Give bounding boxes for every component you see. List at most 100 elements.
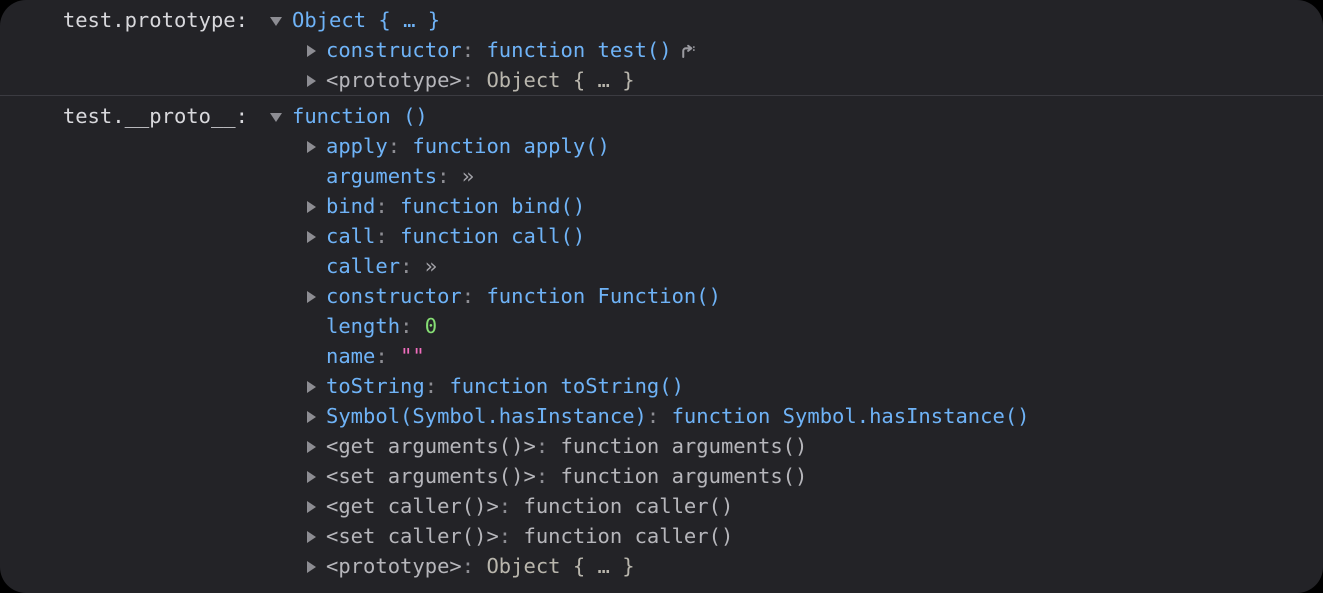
- node-content: <set caller()>: function caller(): [326, 521, 733, 551]
- node-content: <prototype>: Object { … }: [326, 551, 635, 581]
- property-name: toString: [326, 374, 425, 398]
- twisty-expanded-icon[interactable]: [266, 5, 292, 35]
- property-name: name: [326, 344, 376, 368]
- property-colon: :: [498, 494, 524, 518]
- twisty-collapsed-icon[interactable]: [300, 191, 326, 221]
- property-name: bind: [326, 194, 376, 218]
- property-name: length: [326, 314, 401, 338]
- node-content: <get caller()>: function caller(): [326, 491, 733, 521]
- property-colon: :: [424, 374, 450, 398]
- property-value: Object { … }: [486, 68, 635, 92]
- twisty-empty: [300, 161, 326, 191]
- console-message: test.__proto__: function () apply: functio…: [0, 95, 1323, 581]
- property-value: function bind(): [400, 194, 586, 218]
- twisty-collapsed-icon[interactable]: [300, 281, 326, 311]
- property-name: <set arguments()>: [326, 464, 536, 488]
- tree-node[interactable]: <prototype>: Object { … }: [300, 551, 1323, 581]
- property-value: function toString(): [449, 374, 684, 398]
- object-label: test.__proto__:: [62, 104, 248, 128]
- tree-node[interactable]: Symbol(Symbol.hasInstance): function Sym…: [300, 401, 1323, 431]
- property-name: constructor: [326, 38, 462, 62]
- twisty-collapsed-icon[interactable]: [300, 491, 326, 521]
- node-content: name: "": [326, 341, 425, 371]
- tree-children: apply: function apply() arguments: » bind:…: [266, 131, 1323, 581]
- property-name: <set caller()>: [326, 524, 499, 548]
- tree-node[interactable]: toString: function toString(): [300, 371, 1323, 401]
- node-content: length: 0: [326, 311, 437, 341]
- twisty-collapsed-icon[interactable]: [300, 131, 326, 161]
- tree-node[interactable]: call: function call(): [300, 221, 1323, 251]
- property-value: function caller(): [523, 494, 734, 518]
- property-colon: :: [387, 134, 413, 158]
- twisty-empty: [300, 311, 326, 341]
- property-colon: :: [375, 224, 401, 248]
- property-value: 0: [424, 314, 438, 338]
- property-colon: :: [498, 524, 524, 548]
- node-content: constructor: function test(): [326, 35, 696, 65]
- node-content: Object { … }: [292, 5, 440, 35]
- console-message-body: test.prototype: Object { … } constructor: …: [0, 0, 1323, 95]
- tree-node[interactable]: apply: function apply(): [300, 131, 1323, 161]
- node-content: apply: function apply(): [326, 131, 610, 161]
- node-content: <get arguments()>: function arguments(): [326, 431, 807, 461]
- property-colon: :: [461, 38, 487, 62]
- property-name: apply: [326, 134, 388, 158]
- twisty-collapsed-icon[interactable]: [300, 221, 326, 251]
- twisty-collapsed-icon[interactable]: [300, 371, 326, 401]
- console-output-panel: test.prototype: Object { … } constructor: …: [0, 0, 1323, 593]
- tree-node[interactable]: <get caller()>: function caller(): [300, 491, 1323, 521]
- twisty-collapsed-icon[interactable]: [300, 461, 326, 491]
- twisty-expanded-icon[interactable]: [266, 101, 292, 131]
- tree-node[interactable]: name: "": [300, 341, 1323, 371]
- property-value: "": [400, 344, 425, 368]
- tree-node-root[interactable]: Object { … }: [266, 5, 1323, 35]
- twisty-collapsed-icon[interactable]: [300, 35, 326, 65]
- tree-node-root[interactable]: function (): [266, 101, 1323, 131]
- jump-to-definition-icon[interactable]: [679, 43, 696, 60]
- property-name: Symbol(Symbol.hasInstance): [326, 404, 647, 428]
- property-colon: :: [400, 254, 425, 278]
- tree-node[interactable]: bind: function bind(): [300, 191, 1323, 221]
- twisty-empty: [300, 341, 326, 371]
- property-value: function arguments(): [560, 464, 808, 488]
- tree-node[interactable]: <set arguments()>: function arguments(): [300, 461, 1323, 491]
- node-content: caller: »: [326, 251, 437, 281]
- tree-node[interactable]: length: 0: [300, 311, 1323, 341]
- twisty-collapsed-icon[interactable]: [300, 521, 326, 551]
- property-colon: :: [375, 194, 401, 218]
- tree-node[interactable]: caller: »: [300, 251, 1323, 281]
- twisty-collapsed-icon[interactable]: [300, 401, 326, 431]
- tree-children: constructor: function test() <prototype>:…: [266, 35, 1323, 95]
- tree-node[interactable]: arguments: »: [300, 161, 1323, 191]
- property-name: caller: [326, 254, 401, 278]
- tree-node[interactable]: <prototype>: Object { … }: [300, 65, 1323, 95]
- property-name: call: [326, 224, 376, 248]
- property-value: Object { … }: [292, 8, 441, 32]
- property-colon: :: [535, 464, 561, 488]
- node-content: function (): [292, 101, 428, 131]
- twisty-collapsed-icon[interactable]: [300, 65, 326, 95]
- node-content: bind: function bind(): [326, 191, 585, 221]
- twisty-empty: [300, 251, 326, 281]
- twisty-collapsed-icon[interactable]: [300, 551, 326, 581]
- property-colon: :: [535, 434, 561, 458]
- property-value: function call(): [400, 224, 586, 248]
- tree-node[interactable]: <set caller()>: function caller(): [300, 521, 1323, 551]
- tree-node[interactable]: <get arguments()>: function arguments(): [300, 431, 1323, 461]
- property-value: function arguments(): [560, 434, 808, 458]
- node-content: toString: function toString(): [326, 371, 684, 401]
- node-content: constructor: function Function(): [326, 281, 721, 311]
- property-colon: :: [375, 344, 401, 368]
- property-name: <prototype>: [326, 68, 462, 92]
- property-colon: :: [461, 68, 487, 92]
- tree-node[interactable]: constructor: function Function(): [300, 281, 1323, 311]
- property-name: <get caller()>: [326, 494, 499, 518]
- property-value: »: [424, 254, 438, 278]
- property-value: function test(): [486, 38, 672, 62]
- tree-node[interactable]: constructor: function test(): [300, 35, 1323, 65]
- property-colon: :: [646, 404, 672, 428]
- node-content: arguments: »: [326, 161, 474, 191]
- property-value: function caller(): [523, 524, 734, 548]
- twisty-collapsed-icon[interactable]: [300, 431, 326, 461]
- property-value: function Symbol.hasInstance(): [671, 404, 1030, 428]
